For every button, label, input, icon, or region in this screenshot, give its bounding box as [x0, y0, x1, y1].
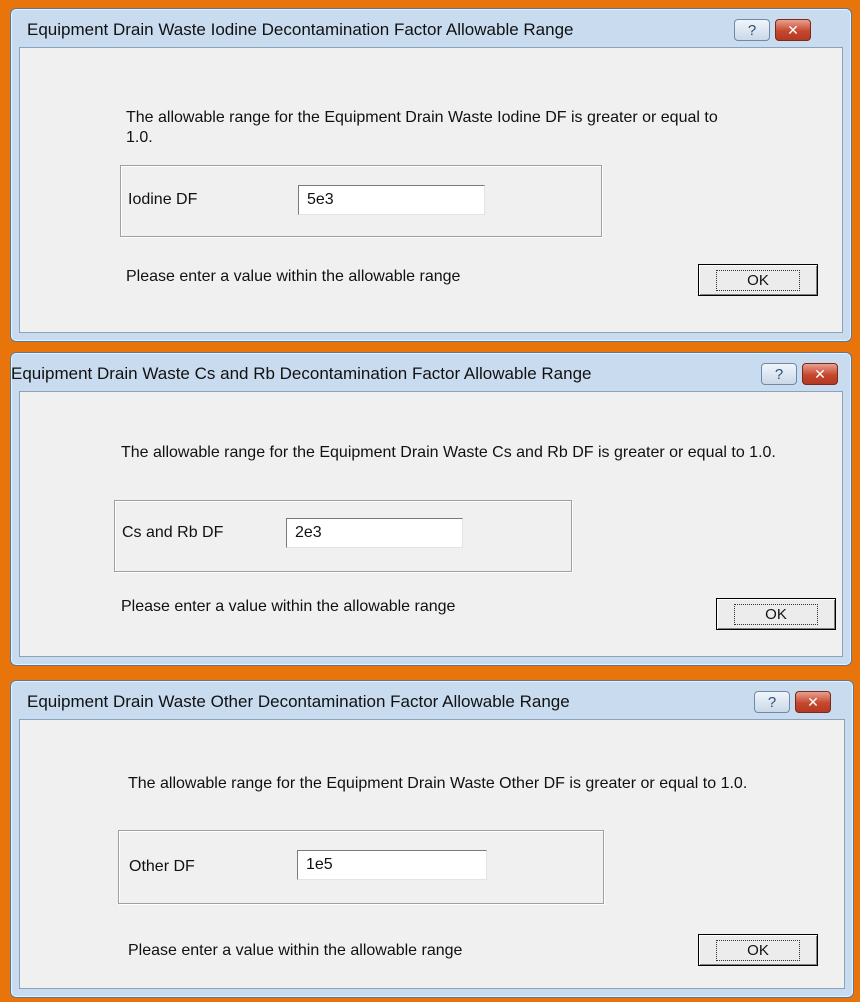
dialog-other-df: Equipment Drain Waste Other Decontaminat… [10, 680, 854, 998]
ok-button-label: OK [734, 603, 818, 625]
title-bar[interactable]: Equipment Drain Waste Cs and Rb Decontam… [11, 353, 851, 391]
ok-button[interactable]: OK [716, 598, 836, 630]
ok-button-label: OK [716, 939, 800, 961]
title-bar[interactable]: Equipment Drain Waste Iodine Decontamina… [11, 9, 851, 47]
close-icon: ✕ [814, 366, 826, 382]
dialog-title: Equipment Drain Waste Other Decontaminat… [27, 692, 570, 711]
dialog-title: Equipment Drain Waste Iodine Decontamina… [27, 20, 574, 39]
ok-button-label: OK [716, 269, 800, 291]
prompt-text: Please enter a value within the allowabl… [128, 942, 463, 959]
question-mark-icon: ? [767, 694, 777, 711]
title-bar[interactable]: Equipment Drain Waste Other Decontaminat… [11, 681, 853, 719]
input-group: Other DF [118, 830, 604, 904]
dialog-iodine-df: Equipment Drain Waste Iodine Decontamina… [10, 8, 852, 342]
field-label: Iodine DF [128, 191, 198, 208]
field-label: Other DF [129, 858, 195, 875]
range-message: The allowable range for the Equipment Dr… [121, 444, 776, 461]
other-df-input[interactable] [297, 850, 487, 880]
dialog-body: The allowable range for the Equipment Dr… [19, 47, 843, 333]
close-icon: ✕ [807, 694, 819, 710]
input-group: Cs and Rb DF [114, 500, 572, 572]
help-button[interactable]: ? [754, 691, 790, 713]
input-group: Iodine DF [120, 165, 602, 237]
close-button[interactable]: ✕ [775, 19, 811, 41]
range-message: The allowable range for the Equipment Dr… [126, 109, 718, 146]
prompt-text: Please enter a value within the allowabl… [121, 598, 456, 615]
help-button[interactable]: ? [734, 19, 770, 41]
cs-rb-df-input[interactable] [286, 518, 463, 548]
question-mark-icon: ? [747, 22, 757, 39]
close-icon: ✕ [787, 22, 799, 38]
dialog-cs-rb-df: Equipment Drain Waste Cs and Rb Decontam… [10, 352, 852, 666]
prompt-text: Please enter a value within the allowabl… [126, 268, 461, 285]
field-label: Cs and Rb DF [122, 524, 224, 541]
range-message: The allowable range for the Equipment Dr… [128, 775, 748, 792]
iodine-df-input[interactable] [298, 185, 485, 215]
ok-button[interactable]: OK [698, 264, 818, 296]
dialog-body: The allowable range for the Equipment Dr… [19, 719, 845, 989]
dialog-title: Equipment Drain Waste Cs and Rb Decontam… [11, 364, 592, 383]
help-button[interactable]: ? [761, 363, 797, 385]
ok-button[interactable]: OK [698, 934, 818, 966]
close-button[interactable]: ✕ [795, 691, 831, 713]
close-button[interactable]: ✕ [802, 363, 838, 385]
question-mark-icon: ? [774, 366, 784, 383]
dialog-body: The allowable range for the Equipment Dr… [19, 391, 843, 657]
